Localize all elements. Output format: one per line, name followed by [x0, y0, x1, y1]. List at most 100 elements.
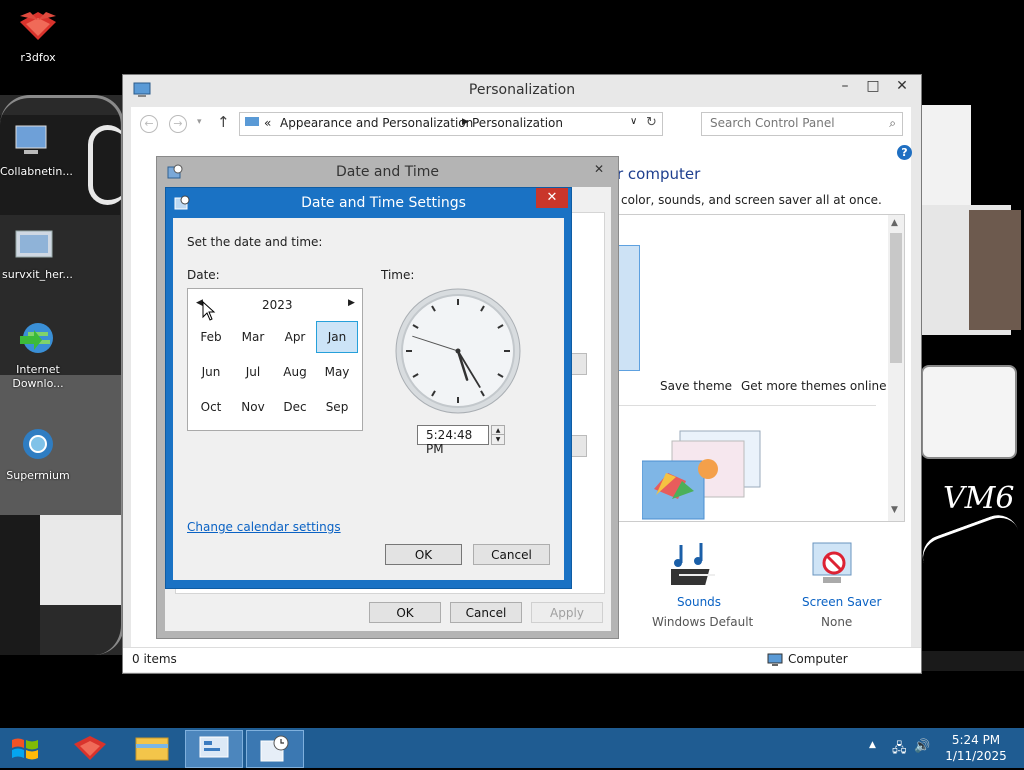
dialog-title: Date and Time Settings — [301, 195, 466, 211]
sounds-value: Windows Default — [652, 615, 754, 629]
calendar-month-aug[interactable]: Aug — [274, 356, 316, 388]
scroll-thumb[interactable] — [890, 233, 902, 363]
clock-time: 5:24 PM — [951, 733, 1001, 747]
calendar-month-jun[interactable]: Jun — [190, 356, 232, 388]
time-spin-down[interactable]: ▼ — [491, 434, 505, 445]
start-button[interactable] — [8, 734, 44, 762]
desktop-icon-survxit[interactable]: survxit_her... — [2, 225, 73, 281]
search-input[interactable]: Search Control Panel — [710, 116, 835, 130]
close-button[interactable]: ✕ — [536, 188, 568, 208]
themes-list[interactable]: Save theme Get more themes online ▲ ▼ — [617, 214, 905, 522]
address-dropdown[interactable]: ∨ — [630, 116, 637, 127]
desktop-icon-collabnetin[interactable]: Collabnetin... — [0, 122, 73, 178]
folder-icon — [15, 230, 53, 258]
cancel-button[interactable]: Cancel — [450, 602, 522, 623]
desktop-icon-r3dfox[interactable]: r3dfox — [6, 8, 70, 64]
get-more-themes-link[interactable]: Get more themes online — [741, 379, 887, 393]
dialog-body: Set the date and time: Date: Time: ◀ 202… — [173, 218, 564, 580]
desktop-icon-supermium[interactable]: Supermium — [6, 426, 70, 482]
date-and-time-settings-dialog: Date and Time Settings ✕ Set the date an… — [165, 187, 572, 589]
ok-button[interactable]: OK — [369, 602, 441, 623]
desktop-right-collage: VM6 — [916, 95, 1024, 725]
refresh-icon[interactable]: ↻ — [646, 115, 657, 130]
r3dfox-icon — [74, 736, 106, 760]
forward-button[interactable]: → — [169, 115, 187, 133]
show-hidden-icons-button[interactable]: ▲ — [869, 740, 876, 750]
theme-thumbnail[interactable] — [618, 245, 640, 371]
clock[interactable]: 5:24 PM 1/11/2025 — [936, 732, 1016, 764]
calendar-month-oct[interactable]: Oct — [190, 391, 232, 423]
breadcrumb-current[interactable]: Personalization — [472, 116, 563, 130]
vm-label: VM6 — [943, 481, 1015, 516]
status-bar: 0 items Computer — [123, 647, 921, 672]
folder-icon — [135, 737, 169, 761]
time-input[interactable]: 5:24:48 PM — [417, 425, 489, 456]
analog-clock — [395, 288, 521, 414]
desktop-icon-internet-download[interactable]: Internet Downlo... — [6, 320, 70, 391]
desktop-icon-label: r3dfox — [20, 51, 56, 64]
desktop-icon-label: survxit_her... — [2, 268, 73, 281]
taskbar-control-panel[interactable] — [185, 730, 243, 768]
taskbar-file-explorer[interactable] — [124, 730, 180, 766]
recent-locations-dropdown[interactable]: ▾ — [197, 117, 202, 127]
calendar-month-dec[interactable]: Dec — [274, 391, 316, 423]
help-icon[interactable]: ? — [897, 145, 912, 160]
taskbar-r3dfox[interactable] — [62, 730, 118, 766]
calendar-year[interactable]: 2023 — [262, 298, 293, 312]
desktop-icon-label: Supermium — [6, 469, 70, 482]
calendar-next-button[interactable]: ▶ — [348, 298, 355, 308]
scroll-up-button[interactable]: ▲ — [891, 218, 898, 228]
taskbar: ▲ 🖧 🔊 5:24 PM 1/11/2025 — [0, 728, 1024, 768]
control-panel-icon — [199, 736, 229, 758]
cancel-button[interactable]: Cancel — [473, 544, 550, 565]
chevron-right-icon: ▶ — [462, 117, 469, 127]
search-icon[interactable]: ⌕ — [889, 116, 896, 131]
date-label: Date: — [187, 268, 220, 282]
back-button[interactable]: ← — [140, 115, 158, 133]
close-button[interactable]: ✕ — [887, 75, 917, 99]
scrollbar[interactable]: ▲ ▼ — [888, 215, 904, 521]
screen-saver-link[interactable]: Screen Saver — [802, 595, 881, 609]
taskbar-date-time[interactable] — [246, 730, 304, 768]
personalization-titlebar[interactable]: Personalization – □ ✕ — [123, 75, 921, 105]
address-bar[interactable]: « Appearance and Personalization ▶ Perso… — [239, 112, 663, 136]
desktop-background-icon[interactable] — [642, 429, 762, 521]
volume-icon[interactable]: 🔊 — [914, 739, 930, 754]
apply-button[interactable]: Apply — [531, 602, 603, 623]
calendar-month-jan[interactable]: Jan — [316, 321, 358, 353]
sounds-icon[interactable] — [671, 541, 721, 591]
breadcrumb-parent[interactable]: Appearance and Personalization — [280, 116, 473, 130]
calendar-month-mar[interactable]: Mar — [232, 321, 274, 353]
computer-icon — [15, 125, 47, 154]
status-computer: Computer — [788, 652, 848, 666]
minimize-button[interactable]: – — [831, 75, 859, 99]
calendar-month-feb[interactable]: Feb — [190, 321, 232, 353]
save-theme-link[interactable]: Save theme — [660, 379, 732, 393]
change-calendar-settings-link[interactable]: Change calendar settings — [187, 520, 341, 534]
clock-date: 1/11/2025 — [945, 749, 1007, 763]
calendar-month-apr[interactable]: Apr — [274, 321, 316, 353]
up-button[interactable]: ↑ — [217, 113, 230, 131]
calendar-month-nov[interactable]: Nov — [232, 391, 274, 423]
status-items: 0 items — [132, 652, 177, 666]
calendar[interactable]: ◀ 2023 ▶ Feb Mar Apr Jan Jun Jul Aug May Oct Nov D… — [187, 288, 363, 431]
page-description: color, sounds, and screen saver all at o… — [621, 193, 882, 207]
scroll-down-button[interactable]: ▼ — [891, 505, 898, 515]
datetime-icon — [260, 735, 289, 762]
sounds-link[interactable]: Sounds — [677, 595, 721, 609]
search-box[interactable]: Search Control Panel ⌕ — [701, 112, 903, 136]
calendar-month-may[interactable]: May — [316, 356, 358, 388]
control-panel-icon — [245, 117, 259, 126]
maximize-button[interactable]: □ — [859, 75, 887, 99]
calendar-month-jul[interactable]: Jul — [232, 356, 274, 388]
dialog-title: Date and Time — [336, 164, 439, 180]
desktop-icon-label: Collabnetin... — [0, 165, 73, 178]
screen-saver-icon[interactable] — [809, 539, 855, 587]
close-button[interactable]: ✕ — [585, 159, 613, 179]
supermium-icon — [23, 429, 53, 459]
screen-saver-value: None — [821, 615, 853, 629]
calendar-month-sep[interactable]: Sep — [316, 391, 358, 423]
network-icon[interactable]: 🖧 — [892, 739, 907, 761]
breadcrumb-sep: « — [264, 116, 272, 130]
ok-button[interactable]: OK — [385, 544, 462, 565]
